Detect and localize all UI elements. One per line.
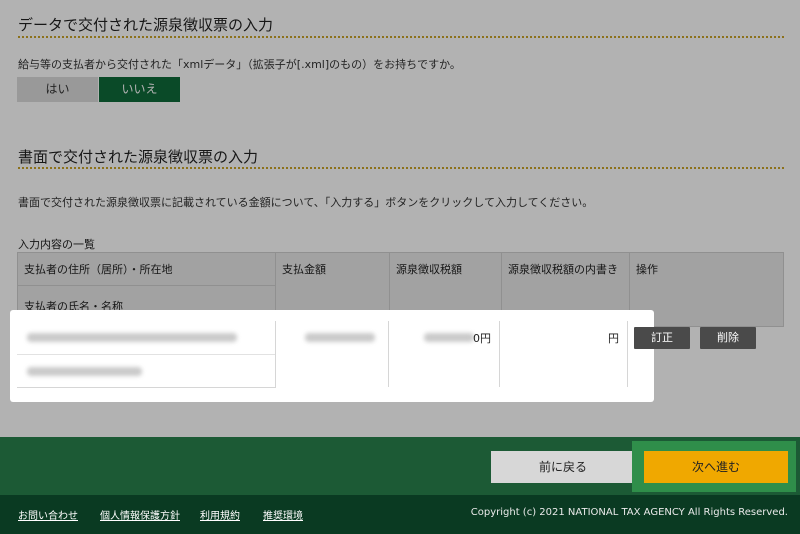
paper-instruction-text: 書面で交付された源泉徴収票に記載されている金額について、「入力する」ボタンをクリ… bbox=[18, 196, 594, 209]
breakdown-value: 円 bbox=[608, 332, 619, 345]
redacted-payer-name bbox=[27, 367, 142, 376]
xml-choice-group: はい いいえ bbox=[17, 77, 180, 102]
redacted-payment-amount bbox=[305, 333, 375, 342]
delete-button[interactable]: 削除 bbox=[700, 327, 756, 349]
section-title-paper-receipt: 書面で交付された源泉徴収票の入力 bbox=[18, 148, 259, 166]
table-caption: 入力内容の一覧 bbox=[18, 238, 95, 251]
footer-link-environment[interactable]: 推奨環境 bbox=[263, 507, 303, 522]
table-row: 0円 円 訂正 削除 bbox=[17, 321, 784, 388]
next-button[interactable]: 次へ進む bbox=[644, 451, 788, 483]
withholding-tax-suffix: 0円 bbox=[473, 332, 491, 345]
copyright-text: Copyright (c) 2021 NATIONAL TAX AGENCY A… bbox=[470, 507, 788, 518]
footer-link-privacy[interactable]: 個人情報保護方針 bbox=[100, 507, 180, 522]
section-divider bbox=[18, 36, 784, 38]
cell-withholding-breakdown: 円 bbox=[499, 321, 628, 387]
row-divider bbox=[17, 354, 275, 355]
back-button[interactable]: 前に戻る bbox=[491, 451, 635, 483]
no-button[interactable]: いいえ bbox=[99, 77, 180, 102]
edit-button[interactable]: 訂正 bbox=[634, 327, 690, 349]
section-title-data-receipt: データで交付された源泉徴収票の入力 bbox=[18, 16, 274, 34]
cell-operation: 訂正 削除 bbox=[627, 321, 784, 387]
cell-withholding-tax: 0円 bbox=[388, 321, 500, 387]
xml-question-text: 給与等の支払者から交付された「xmlデータ」（拡張子が[.xml]のもの）をお持… bbox=[18, 58, 461, 71]
cell-payment-amount bbox=[275, 321, 389, 387]
footer-link-terms[interactable]: 利用規約 bbox=[200, 507, 240, 522]
redacted-withholding-tax bbox=[424, 333, 474, 342]
header-payer-address: 支払者の住所（居所）・所在地 bbox=[24, 263, 173, 276]
cell-payer bbox=[17, 321, 276, 388]
footer-link-contact[interactable]: お問い合わせ bbox=[18, 507, 78, 522]
redacted-payer-address bbox=[27, 333, 237, 342]
section-divider bbox=[18, 167, 784, 169]
yes-button[interactable]: はい bbox=[17, 77, 98, 102]
